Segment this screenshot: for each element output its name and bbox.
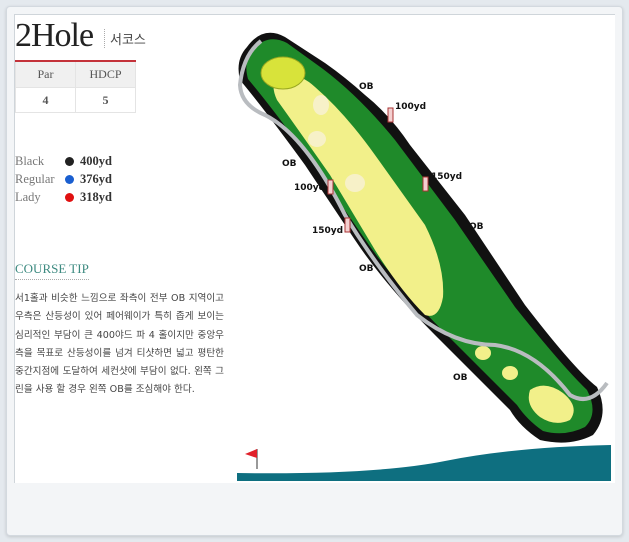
bunker xyxy=(313,95,329,115)
bunker xyxy=(345,174,365,192)
hole-map: OB OB OB OB OB 100yd 150yd 100yd 150yd xyxy=(237,32,611,481)
ob-label: OB xyxy=(453,373,468,383)
bunker xyxy=(502,366,518,380)
ob-label: OB xyxy=(282,159,297,169)
left-green xyxy=(260,56,306,90)
yardage-label: 150yd xyxy=(431,172,462,182)
bunker xyxy=(308,131,326,147)
water-hazard xyxy=(237,445,611,481)
flag-icon xyxy=(245,449,257,458)
yardage-label: 100yd xyxy=(294,183,325,193)
hole-panel: 2Hole 서코스 Par HDCP 45 Black 400yd Regular 3… xyxy=(14,14,615,483)
yardage-label: 100yd xyxy=(395,102,426,112)
yardage-label: 150yd xyxy=(312,226,343,236)
ob-label: OB xyxy=(469,222,484,232)
ob-label: OB xyxy=(359,264,374,274)
bunker xyxy=(475,346,491,360)
ob-label: OB xyxy=(359,82,374,92)
bunker xyxy=(426,297,436,309)
